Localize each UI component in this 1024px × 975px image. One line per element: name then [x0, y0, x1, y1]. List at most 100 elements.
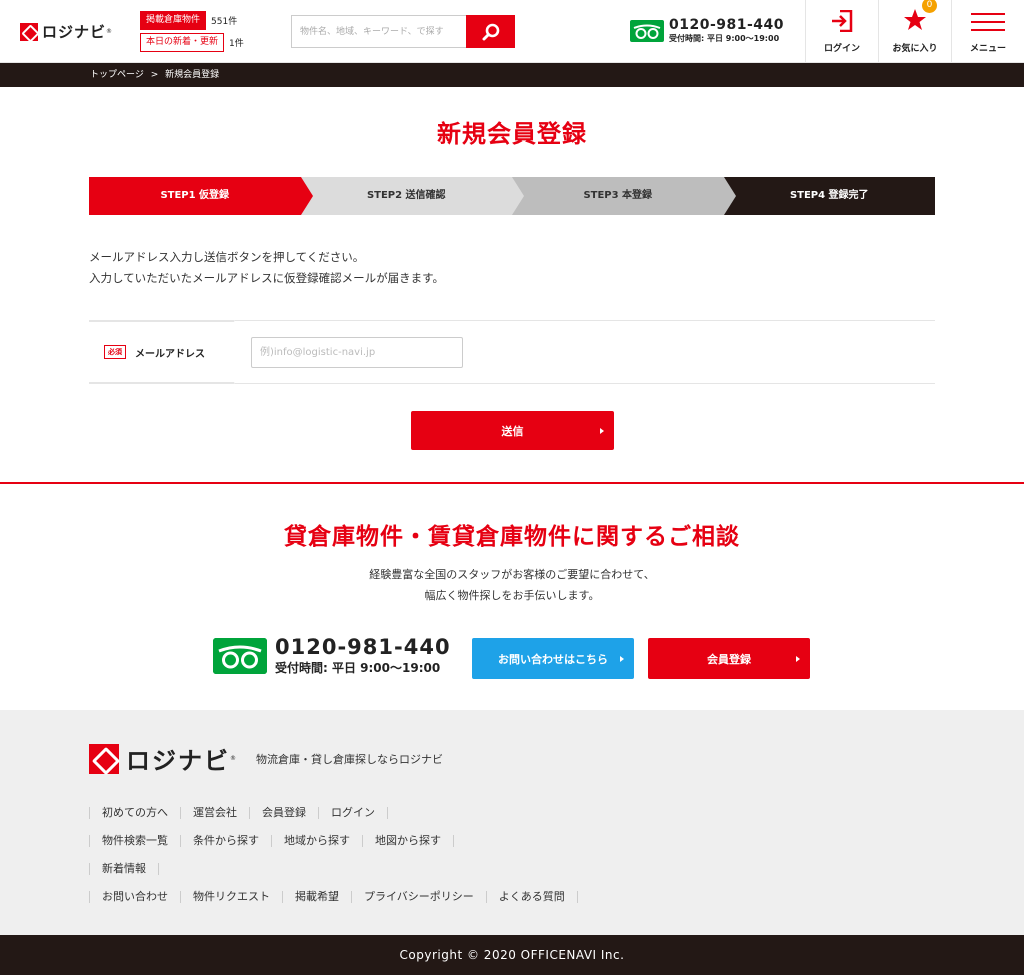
footer-link[interactable]: よくある質問	[485, 891, 578, 903]
favorites-nav-label: お気に入り	[892, 44, 938, 54]
footer-link[interactable]: 初めての方へ	[89, 807, 180, 819]
contact-button-label: お問い合わせはこちら	[498, 652, 608, 666]
member-register-label: 会員登録	[707, 652, 751, 666]
footer-link[interactable]: ログイン	[318, 807, 388, 819]
login-nav-label: ログイン	[823, 44, 860, 54]
consultation-text: 経験豊富な全国のスタッフがお客様のご要望に合わせて、 幅広く物件探しをお手伝いし…	[0, 564, 1024, 606]
registration-steps: STEP1 仮登録 STEP2 送信確認 STEP3 本登録 STEP4 登録完…	[89, 177, 935, 215]
step-1-arrow	[300, 177, 313, 215]
consultation-phone[interactable]: 0120-981-440 受付時間: 平日 9:00〜19:00	[213, 635, 451, 676]
login-nav-button[interactable]: ログイン	[805, 0, 878, 63]
footer-logo-text: ロジナビ	[126, 747, 230, 775]
new-count-row: 本日の新着・更新 1件	[140, 33, 244, 52]
free-dial-icon	[630, 19, 664, 42]
step-4-label: STEP4 登録完了	[789, 190, 869, 201]
email-field-cell	[235, 321, 935, 383]
footer-link-row: 物件検索一覧 条件から探す 地域から探す 地図から探す	[89, 827, 578, 855]
consultation-phone-hours: 受付時間: 平日 9:00〜19:00	[275, 661, 441, 675]
listed-count-label: 掲載倉庫物件	[140, 11, 207, 30]
consultation-phone-number: 0120-981-440	[275, 635, 451, 659]
footer-link-row: お問い合わせ 物件リクエスト 掲載希望 プライバシーポリシー よくある質問	[89, 883, 578, 911]
consultation-section: 貸倉庫物件・賃貸倉庫物件に関するご相談 経験豊富な全国のスタッフがお客様のご要望…	[0, 482, 1024, 710]
copyright-bar: Copyright © 2020 OFFICENAVI Inc.	[0, 935, 1024, 975]
logo-registered-mark: ®	[230, 755, 236, 762]
listed-count-value: 551件	[211, 17, 238, 27]
consultation-text-line-2: 幅広く物件探しをお手伝いします。	[424, 589, 600, 602]
required-tag: 必須	[104, 345, 126, 359]
search-bar	[291, 15, 515, 48]
favorites-count-badge: 0	[922, 0, 937, 13]
member-register-button[interactable]: 会員登録	[648, 638, 810, 679]
property-counts: 掲載倉庫物件 551件 本日の新着・更新 1件	[140, 11, 244, 55]
star-icon: 0	[903, 0, 937, 35]
breadcrumb-separator: >	[150, 70, 159, 80]
footer-link[interactable]: 地図から探す	[362, 835, 454, 847]
submit-button-label: 送信	[501, 424, 524, 438]
email-label-text: メールアドレス	[135, 348, 205, 360]
step-4: STEP4 登録完了	[723, 177, 935, 215]
step-2-arrow	[512, 177, 524, 215]
footer-links: 初めての方へ 運営会社 会員登録 ログイン 物件検索一覧 条件から探す 地域から…	[89, 799, 578, 911]
email-field-label: 必須 メールアドレス	[89, 320, 235, 384]
footer-link[interactable]: お問い合わせ	[89, 891, 180, 903]
free-dial-icon	[213, 637, 267, 674]
site-logo[interactable]: ロジナビ ®	[20, 21, 112, 42]
step-2: STEP2 送信確認	[300, 177, 524, 215]
intro-line-2: 入力していただいたメールアドレスに仮登録確認メールが届きます。	[89, 271, 445, 285]
footer-link-row: 新着情報	[89, 855, 578, 883]
footer-link[interactable]: 物件検索一覧	[89, 835, 180, 847]
footer-logo[interactable]: ロジナビ ® 物流倉庫・貸し倉庫探しならロジナビ	[89, 741, 443, 776]
breadcrumb-home-link[interactable]: トップページ	[90, 70, 144, 80]
step-1: STEP1 仮登録	[89, 177, 313, 215]
site-header: ロジナビ ® 掲載倉庫物件 551件 本日の新着・更新 1件 物件名、地域、キー…	[0, 0, 1024, 63]
step-3: STEP3 本登録	[512, 177, 736, 215]
search-icon	[482, 23, 499, 40]
footer-link[interactable]: 物件リクエスト	[180, 891, 282, 903]
favorites-nav-button[interactable]: 0 お気に入り	[878, 0, 951, 63]
step-3-arrow	[723, 177, 736, 215]
page-title: 新規会員登録	[437, 120, 587, 148]
breadcrumb: トップページ > 新規会員登録	[0, 63, 1024, 87]
search-input[interactable]	[291, 15, 466, 48]
footer-link[interactable]: 掲載希望	[282, 891, 351, 903]
logo-mark-icon	[20, 22, 38, 41]
copyright-text: Copyright © 2020 OFFICENAVI Inc.	[399, 948, 625, 962]
menu-nav-label: メニュー	[969, 44, 1006, 54]
intro-line-1: メールアドレス入力し送信ボタンを押してください。	[89, 250, 365, 264]
arrow-right-icon	[796, 655, 800, 662]
footer-link[interactable]: プライバシーポリシー	[351, 891, 486, 903]
email-field[interactable]	[251, 336, 463, 368]
header-phone-hours: 受付時間: 平日 9:00〜19:00	[669, 34, 780, 43]
email-form-row: 必須 メールアドレス	[89, 320, 935, 384]
hamburger-icon	[971, 12, 1005, 35]
footer-link[interactable]: 地域から探す	[271, 835, 362, 847]
footer-link[interactable]: 条件から探す	[180, 835, 271, 847]
contact-button[interactable]: お問い合わせはこちら	[472, 638, 634, 679]
search-button[interactable]	[466, 15, 515, 48]
footer-tagline: 物流倉庫・貸し倉庫探しならロジナビ	[256, 752, 443, 766]
step-1-label: STEP1 仮登録	[160, 190, 230, 201]
site-footer: ロジナビ ® 物流倉庫・貸し倉庫探しならロジナビ 初めての方へ 運営会社 会員登…	[0, 710, 1024, 935]
step-2-label: STEP2 送信確認	[366, 190, 446, 201]
submit-button[interactable]: 送信	[411, 411, 614, 450]
new-count-value: 1件	[229, 39, 244, 49]
arrow-right-icon	[600, 427, 604, 434]
logo-mark-icon	[89, 743, 119, 774]
intro-text: メールアドレス入力し送信ボタンを押してください。 入力していただいたメールアドレ…	[89, 247, 444, 289]
step-3-label: STEP3 本登録	[583, 190, 653, 201]
header-phone[interactable]: 0120-981-440 受付時間: 平日 9:00〜19:00	[630, 17, 784, 44]
login-icon	[831, 9, 853, 35]
consultation-title: 貸倉庫物件・賃貸倉庫物件に関するご相談	[284, 524, 740, 550]
menu-nav-button[interactable]: メニュー	[951, 0, 1024, 63]
footer-link[interactable]: 運営会社	[180, 807, 249, 819]
logo-text: ロジナビ	[42, 23, 107, 41]
consultation-text-line-1: 経験豊富な全国のスタッフがお客様のご要望に合わせて、	[369, 568, 655, 581]
new-count-label: 本日の新着・更新	[140, 33, 225, 52]
breadcrumb-current: 新規会員登録	[165, 70, 220, 80]
arrow-right-icon	[620, 655, 624, 662]
logo-registered-mark: ®	[106, 28, 113, 35]
listed-count-row: 掲載倉庫物件 551件	[140, 11, 244, 30]
footer-link-row: 初めての方へ 運営会社 会員登録 ログイン	[89, 799, 578, 827]
footer-link[interactable]: 新着情報	[89, 863, 159, 875]
footer-link[interactable]: 会員登録	[249, 807, 318, 819]
